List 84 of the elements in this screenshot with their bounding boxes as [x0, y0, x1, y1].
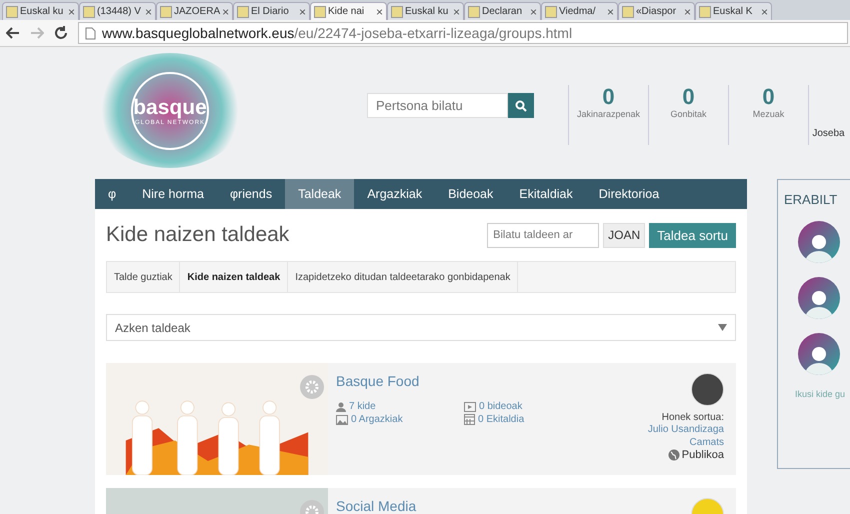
nav-item[interactable]: Ekitaldiak [506, 179, 586, 209]
search-field[interactable]: Pertsona bilatu [367, 93, 508, 118]
nav-item[interactable]: Nire horma [129, 179, 217, 209]
nav-item[interactable]: Argazkiak [354, 179, 436, 209]
nav-item[interactable]: Direktorioa [586, 179, 672, 209]
reload-icon[interactable] [54, 26, 68, 40]
page-title: Kide naizen taldeak [106, 223, 290, 247]
favicon-icon [83, 6, 95, 18]
close-icon[interactable]: × [760, 4, 768, 18]
photos-link[interactable]: 0 Argazkiak [336, 414, 464, 425]
group-name-link[interactable]: Social Media [336, 498, 416, 514]
members-link[interactable]: 7 kide [336, 401, 464, 412]
caret-icon [718, 324, 727, 331]
privacy-label: Publikoa [668, 449, 724, 461]
creator-link[interactable]: Camats [690, 436, 724, 449]
filter-tab[interactable]: Kide naizen taldeak [180, 262, 288, 292]
globe-icon [668, 449, 680, 461]
close-icon[interactable]: × [376, 4, 383, 18]
close-icon[interactable]: × [606, 4, 614, 18]
browser-tab[interactable]: Euskal ku × [2, 2, 79, 20]
favicon-icon [468, 6, 480, 18]
avatar[interactable] [798, 277, 840, 319]
created-by-label: Honek sortua: [662, 412, 724, 423]
nav-item[interactable]: Taldeak [285, 179, 354, 209]
avatar[interactable] [798, 221, 840, 263]
browser-tab[interactable]: (13448) V × [79, 2, 156, 20]
nav-item[interactable]: φriends [216, 179, 286, 209]
favicon-icon [6, 6, 18, 18]
counter-value[interactable]: 0 [762, 85, 775, 109]
browser-tab[interactable]: Kide nai × [310, 2, 387, 20]
page-icon [85, 26, 96, 40]
favicon-icon [622, 6, 634, 18]
close-icon[interactable]: × [68, 4, 75, 18]
search-button[interactable] [508, 93, 534, 118]
counter-value[interactable]: 0 [682, 85, 695, 109]
counter-label[interactable]: Mezuak [752, 109, 784, 119]
sidebar-title: ERABILT [784, 192, 838, 207]
browser-tab[interactable]: Viedma/ × [541, 2, 618, 20]
film-icon [464, 402, 476, 412]
filter-tab[interactable]: Izapidetzeko ditudan taldeetarako gonbidapenak [288, 262, 518, 292]
avatar[interactable] [798, 333, 840, 375]
browser-tab[interactable]: Euskal K × [695, 2, 772, 20]
group-name-link[interactable]: Basque Food [336, 373, 420, 389]
browser-tab[interactable]: Declaran × [464, 2, 541, 20]
browser-tab[interactable]: El Diario × [233, 2, 310, 20]
close-icon[interactable]: × [298, 4, 306, 18]
group-search-field[interactable]: Bilatu taldeen ar [487, 222, 600, 248]
favicon-icon [545, 6, 557, 18]
nav-item[interactable]: Bideoak [435, 179, 506, 209]
calendar-icon [464, 414, 475, 425]
filter-tab[interactable]: Talde guztiak [107, 262, 180, 292]
go-button[interactable]: JOAN [603, 222, 646, 248]
avatar[interactable] [691, 373, 724, 406]
search-icon [515, 100, 527, 112]
user-silhouette-icon [805, 289, 833, 319]
favicon-icon [699, 6, 711, 18]
close-icon[interactable]: × [684, 4, 691, 18]
browser-tab[interactable]: JAZOERA × [156, 2, 233, 20]
creator-link[interactable]: Julio Usandizaga [648, 423, 724, 436]
browser-tab[interactable]: Euskal ku × [387, 2, 464, 20]
counter-label[interactable]: Jakinarazpenak [576, 109, 640, 119]
close-icon[interactable]: × [530, 4, 537, 18]
close-icon[interactable]: × [222, 4, 230, 18]
user-silhouette-icon [805, 345, 833, 375]
favicon-icon [160, 6, 172, 18]
address-bar[interactable]: www.basqueglobalnetwork.eus/eu/22474-joseba-etxarri-lizeaga/groups.html [78, 22, 848, 44]
counter-label[interactable]: Gonbitak [670, 109, 707, 119]
close-icon[interactable]: × [144, 4, 152, 18]
videos-link[interactable]: 0 bideoak [464, 401, 524, 412]
create-group-button[interactable]: Taldea sortu [649, 222, 736, 248]
nav-item[interactable]: φ [95, 179, 130, 209]
users-icon [336, 402, 346, 412]
favicon-icon [391, 6, 403, 18]
user-silhouette-icon [805, 233, 833, 263]
close-icon[interactable]: × [452, 4, 460, 18]
browser-tab[interactable]: «Diaspor × [618, 2, 695, 20]
sort-dropdown[interactable]: Azken taldeak [106, 314, 736, 341]
back-icon[interactable] [6, 26, 20, 40]
events-link[interactable]: 0 Ekitaldia [464, 414, 524, 425]
user-name[interactable]: Joseba [812, 128, 845, 139]
image-icon [336, 414, 348, 424]
favicon-icon [237, 6, 249, 18]
counter-value[interactable]: 0 [602, 85, 615, 109]
favicon-icon [314, 6, 326, 18]
